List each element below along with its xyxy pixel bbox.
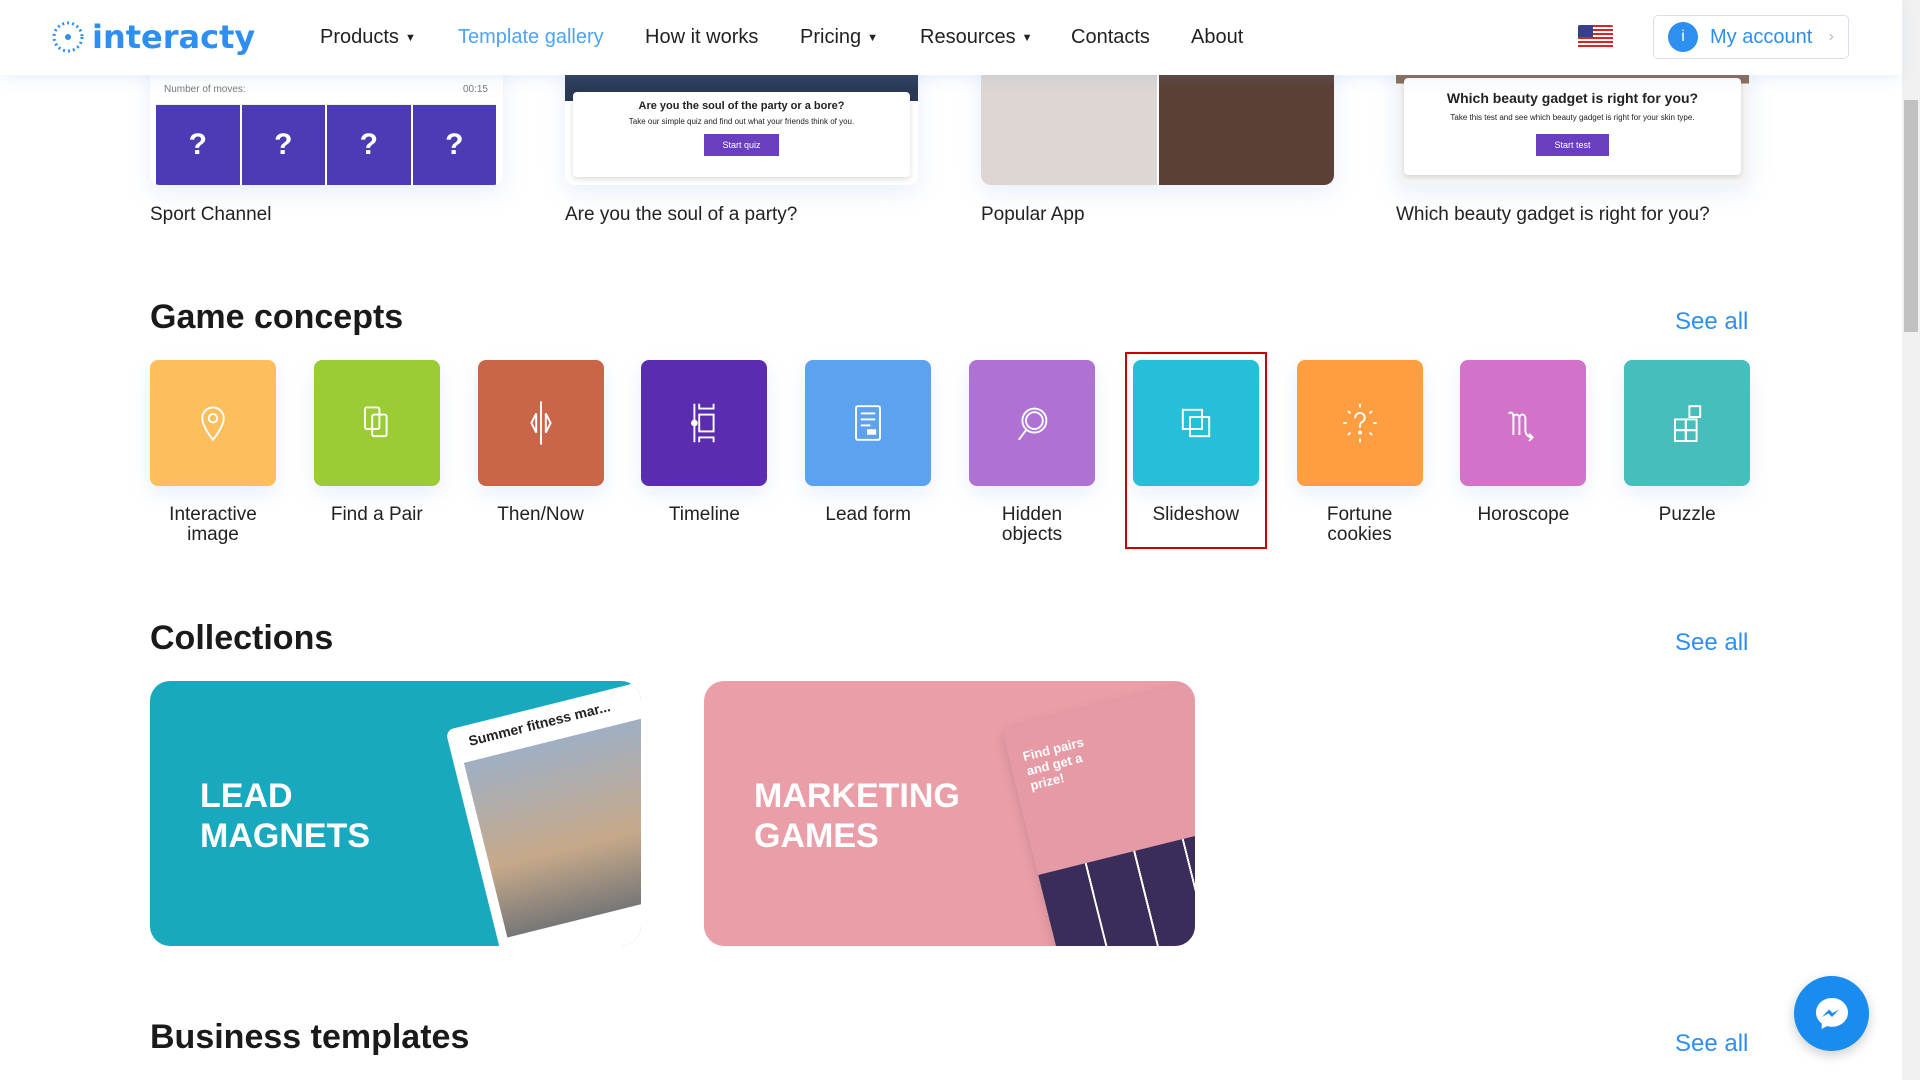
see-all-game-concepts[interactable]: See all (1675, 308, 1748, 336)
nav-label: Resources (920, 26, 1016, 48)
game-concept-label[interactable]: Then/Now (471, 505, 611, 525)
timer: 00:15 (462, 84, 488, 95)
timeline-icon (691, 403, 715, 443)
preview-text: Take this test and see which beauty gadg… (1450, 113, 1695, 122)
game-concept-tile-puzzle[interactable] (1624, 360, 1751, 486)
preview-text: Take our simple quiz and find out what y… (628, 117, 855, 126)
game-concept-tile-horoscope[interactable] (1460, 360, 1587, 486)
game-concept-tile-find-a-pair[interactable] (313, 360, 440, 486)
my-account-button[interactable]: i My account › (1653, 15, 1849, 59)
game-concept-tile-then-now[interactable] (477, 360, 604, 486)
game-concept-tile-timeline[interactable] (641, 360, 768, 486)
nav-label: How it works (645, 26, 759, 48)
template-title[interactable]: Which beauty gadget is right for you? (1396, 204, 1710, 226)
collection-preview: Find pairs and get a prize! (1001, 681, 1195, 946)
caret-down-icon: ▼ (1021, 31, 1033, 44)
messenger-button[interactable] (1794, 976, 1869, 1051)
messenger-icon (1815, 997, 1848, 1029)
template-title[interactable]: Popular App (981, 204, 1085, 226)
nav-pricing[interactable]: Pricing ▼ (800, 26, 878, 49)
game-concept-label[interactable]: Horoscope (1453, 505, 1593, 525)
start-test-button: Start test (1536, 134, 1609, 156)
puzzle-icon (1674, 405, 1702, 442)
caret-down-icon: ▼ (404, 31, 416, 44)
memory-card: ? (327, 105, 411, 185)
caret-down-icon: ▼ (867, 31, 879, 44)
section-title-business-templates: Business templates (150, 1018, 470, 1056)
game-concept-label[interactable]: Timeline (634, 505, 774, 525)
nav-label: Contacts (1071, 26, 1150, 48)
memory-card: ? (156, 105, 240, 185)
game-concept-label[interactable]: Lead form (798, 505, 938, 525)
section-title-collections: Collections (150, 619, 334, 657)
game-concept-tile-fortune-cookies[interactable] (1296, 360, 1423, 486)
game-concept-tile-interactive-image[interactable] (150, 360, 276, 486)
collection-title: LEAD MAGNETS (200, 777, 370, 855)
us-flag-icon[interactable] (1578, 25, 1613, 49)
chevron-right-icon: › (1828, 28, 1834, 45)
game-concept-label[interactable]: Puzzle (1617, 505, 1757, 525)
game-concept-tile-lead-form[interactable] (805, 360, 932, 486)
template-title[interactable]: Are you the soul of a party? (565, 204, 797, 226)
collection-preview: Summer fitness mar... (445, 681, 641, 946)
nav-products[interactable]: Products ▼ (320, 26, 416, 49)
see-all-collections[interactable]: See all (1675, 629, 1748, 657)
cards-icon (363, 406, 388, 438)
moves-label: Number of moves: (164, 84, 246, 95)
account-label: My account (1710, 25, 1813, 48)
nav-resources[interactable]: Resources ▼ (920, 26, 1033, 49)
split-icon (529, 401, 552, 445)
nav-about[interactable]: About (1191, 26, 1243, 49)
collection-title: MARKETING GAMES (754, 777, 960, 855)
see-all-business-templates[interactable]: See all (1675, 1030, 1748, 1058)
question-icon (1342, 403, 1377, 443)
nav-label: Pricing (800, 26, 862, 48)
form-icon (855, 405, 882, 441)
nav-label: About (1191, 26, 1244, 48)
logo-icon (52, 21, 84, 53)
nav-how-it-works[interactable]: How it works (645, 26, 758, 49)
memory-card: ? (241, 105, 325, 185)
game-concept-label[interactable]: Interactive image (143, 505, 283, 545)
nav-contacts[interactable]: Contacts (1071, 26, 1150, 49)
nav-label: Template gallery (458, 26, 604, 48)
collection-marketing-games[interactable]: MARKETING GAMES Find pairs and get a pri… (704, 681, 1195, 946)
map-pin-icon (201, 406, 225, 442)
preview-heading: Which beauty gadget is right for you? (1446, 90, 1699, 106)
logo[interactable]: interacty (50, 18, 255, 56)
memory-card: ? (412, 105, 496, 185)
preview-text: Find pairs and get a prize! (1021, 734, 1086, 794)
game-concept-label[interactable]: Hidden objects (962, 505, 1102, 545)
highlight-box (1125, 352, 1267, 549)
scorpio-icon (1508, 411, 1535, 442)
account-info-icon: i (1668, 22, 1698, 52)
game-concept-tile-hidden-objects[interactable] (969, 360, 1095, 486)
collection-lead-magnets[interactable]: LEAD MAGNETS Summer fitness mar... (150, 681, 641, 946)
game-concept-label[interactable]: Fortune cookies (1290, 505, 1430, 545)
template-title[interactable]: Sport Channel (150, 204, 271, 226)
nav-label: Products (320, 26, 399, 48)
nav-template-gallery[interactable]: Template gallery (458, 26, 604, 49)
preview-heading: Are you the soul of the party or a bore? (638, 100, 845, 112)
header: interacty Products ▼ Template gallery How… (0, 0, 1902, 75)
magnifier-icon (1018, 407, 1048, 441)
scrollbar-thumb[interactable] (1904, 100, 1918, 332)
game-concept-label[interactable]: Find a Pair (307, 505, 447, 525)
start-quiz-button: Start quiz (704, 134, 779, 156)
logo-text: interacty (92, 18, 256, 56)
section-title-game-concepts: Game concepts (150, 298, 404, 336)
